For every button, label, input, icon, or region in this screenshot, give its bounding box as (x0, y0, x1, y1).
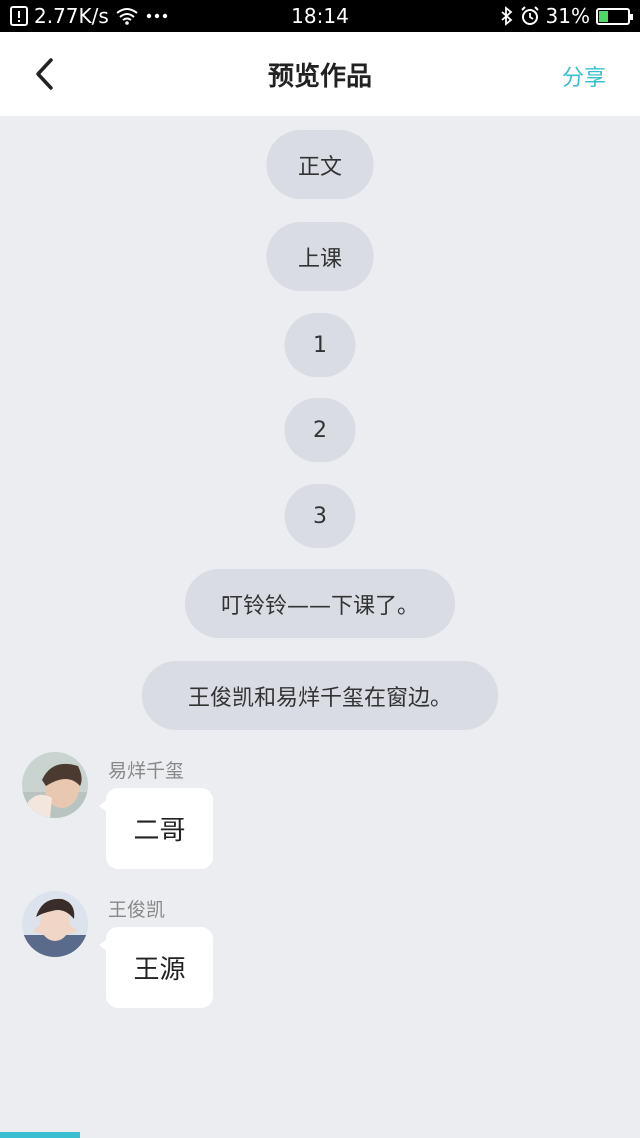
chevron-left-icon (36, 58, 53, 90)
story-preview-content: 正文 上课 1 2 3 叮铃铃——下课了。 王俊凯和易烊千玺在窗边。 易烊千玺 … (0, 116, 640, 1138)
alarm-icon (520, 6, 540, 26)
status-bar: 2.77K/s 18:14 31% (0, 0, 640, 32)
back-button[interactable] (24, 52, 64, 96)
narration-bubble: 2 (284, 398, 356, 462)
notification-icon (10, 6, 28, 26)
more-dots-icon (145, 12, 169, 20)
wifi-icon (115, 7, 139, 25)
chat-message: 王俊凯 王源 (22, 891, 622, 1021)
status-right: 31% (500, 4, 633, 28)
share-button[interactable]: 分享 (562, 60, 606, 92)
narration-bubble: 1 (284, 313, 356, 377)
progress-indicator (0, 1132, 80, 1138)
battery-percent: 31% (545, 4, 590, 28)
page-title: 预览作品 (267, 61, 372, 92)
battery-level (599, 10, 608, 22)
sender-name: 王俊凯 (108, 899, 166, 921)
avatar-image (22, 752, 88, 818)
narration-bubble: 王俊凯和易烊千玺在窗边。 (142, 661, 498, 730)
status-left: 2.77K/s (10, 4, 169, 28)
narration-bubble: 叮铃铃——下课了。 (185, 569, 455, 638)
chat-message: 易烊千玺 二哥 (22, 752, 622, 882)
top-navigation-bar: 预览作品 分享 (0, 32, 640, 116)
bluetooth-icon (500, 6, 514, 26)
message-bubble: 二哥 (99, 788, 213, 869)
battery-icon (596, 7, 633, 25)
narration-bubble: 上课 (266, 222, 374, 291)
sender-name: 易烊千玺 (108, 760, 185, 782)
avatar-image (22, 891, 88, 957)
network-speed: 2.77K/s (34, 4, 109, 28)
avatar[interactable] (22, 891, 88, 957)
avatar[interactable] (22, 752, 88, 818)
narration-bubble: 3 (284, 484, 356, 548)
message-bubble: 王源 (99, 927, 213, 1008)
narration-bubble: 正文 (266, 130, 374, 199)
